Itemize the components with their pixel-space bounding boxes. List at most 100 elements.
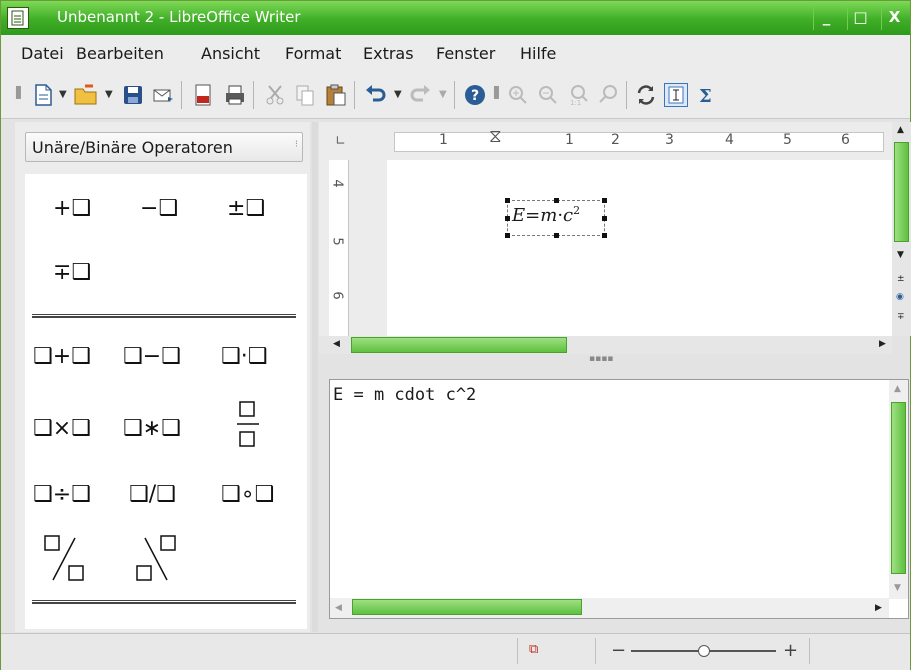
editor-vscrollbar[interactable]: ▲ ▼ [889,380,908,599]
scroll-up-icon[interactable]: ▲ [897,125,904,135]
export-pdf-icon[interactable] [191,83,215,107]
open-icon[interactable] [73,83,97,107]
update-icon[interactable] [634,83,658,107]
menu-datei[interactable]: Datei [21,44,64,63]
scroll-right-icon[interactable]: ▶ [875,603,882,613]
separator [32,314,296,318]
cut-icon[interactable] [263,83,287,107]
resize-handle[interactable] [505,233,510,238]
zoom-out-icon[interactable] [536,83,560,107]
new-dropdown-icon[interactable]: ▼ [59,89,67,100]
formula-c: c [563,205,574,226]
scroll-right-icon[interactable]: ▶ [879,339,886,349]
menu-ansicht[interactable]: Ansicht [201,44,260,63]
ruler-num: 5 [783,132,792,148]
scroll-thumb[interactable] [891,402,906,574]
symbol-cdot[interactable]: ❑·❑ [221,344,267,369]
scroll-left-icon[interactable]: ◀ [335,603,342,613]
symbol-fraction[interactable] [237,400,259,452]
symbol-plus[interactable]: +❑ [53,196,91,221]
zoom-out-button[interactable]: − [611,640,626,661]
show-all-icon[interactable] [596,83,620,107]
writer-doc-icon [7,7,29,29]
scroll-down-icon[interactable]: ▼ [897,250,904,260]
menu-extras[interactable]: Extras [363,44,414,63]
zoom-slider-knob[interactable] [697,645,710,657]
menu-bearbeiten[interactable]: Bearbeiten [76,44,164,63]
symbol-divide[interactable]: ❑÷❑ [33,482,91,507]
symbol-asterisk[interactable]: ❑∗❑ [123,416,181,441]
email-icon[interactable] [151,83,175,107]
zoom-in-icon[interactable] [506,83,530,107]
document-hscrollbar[interactable]: ◀ ▶ [319,336,892,354]
toolbar-grip-icon-2[interactable]: ▪ ▪ ▪ [493,84,500,102]
ruler-num: 4 [329,179,345,188]
symbol-add[interactable]: ❑+❑ [33,344,91,369]
formula-m: m [540,205,558,226]
next-page-icon[interactable]: ∓ [897,312,905,322]
formula-cursor-icon[interactable] [664,83,688,107]
indent-marker-icon[interactable]: ⧖ [489,126,502,147]
scroll-thumb[interactable] [894,142,909,242]
copy-icon[interactable] [293,83,317,107]
tab-stop-icon[interactable]: ∟ [335,134,346,149]
toolbar-grip-icon[interactable]: ▪ ▪ ▪ [15,84,22,102]
menu-format[interactable]: Format [285,44,341,63]
print-icon[interactable] [223,83,247,107]
open-dropdown-icon[interactable]: ▼ [105,89,113,100]
scroll-thumb[interactable] [351,337,567,353]
symbol-widebackslash[interactable] [135,532,183,584]
symbol-subtract[interactable]: ❑−❑ [123,344,181,369]
vertical-ruler: 4 5 6 [319,160,387,336]
formula-editor[interactable]: E = m cdot c^2 ▲ ▼ ◀ ▶ [329,379,909,619]
redo-dropdown-icon[interactable]: ▼ [439,89,447,100]
redo-icon[interactable] [409,83,433,107]
sigma-icon[interactable]: Σ [695,83,719,107]
scroll-up-icon[interactable]: ▲ [894,384,901,394]
menu-fenster[interactable]: Fenster [436,44,495,63]
resize-handle[interactable] [554,233,559,238]
symbol-wideslash[interactable] [43,532,91,584]
navigator-icon[interactable]: ◉ [896,292,904,302]
panel-splitter[interactable] [312,122,318,632]
undo-icon[interactable] [363,83,387,107]
symbol-circ[interactable]: ❑∘❑ [221,482,274,507]
document-vscrollbar[interactable]: ▲ ▼ ± ◉ ∓ [892,122,911,336]
zoom-in-button[interactable]: + [783,640,798,661]
symbol-minus-plus[interactable]: ∓❑ [53,260,91,285]
new-document-icon[interactable] [31,83,55,107]
paste-icon[interactable] [324,83,348,107]
save-icon[interactable] [121,83,145,107]
menu-hilfe[interactable]: Hilfe [520,44,556,63]
maximize-button[interactable]: □ [847,6,873,30]
symbol-plus-minus[interactable]: ±❑ [227,196,265,221]
help-icon[interactable]: ? [463,83,487,107]
scroll-left-icon[interactable]: ◀ [333,339,340,349]
editor-text[interactable]: E = m cdot c^2 [333,385,476,405]
minimize-button[interactable]: _ [813,6,839,30]
editor-hscrollbar[interactable]: ◀ ▶ [330,598,889,618]
symbol-slash[interactable]: ❑/❑ [129,482,176,507]
svg-text:1:1: 1:1 [570,99,581,107]
scroll-thumb[interactable] [352,599,582,615]
zoom-100-icon[interactable]: 1:1 [566,83,590,107]
close-button[interactable]: X [881,6,907,30]
symbol-grid: +❑ −❑ ±❑ ∓❑ ❑+❑ ❑−❑ ❑·❑ ❑×❑ ❑∗❑ ❑÷❑ ❑/❑ … [25,174,307,629]
category-select[interactable]: Unäre/Binäre Operatoren ⁝ [25,132,303,162]
resize-handle[interactable] [505,216,510,221]
symbol-minus[interactable]: −❑ [140,196,178,221]
resize-handle[interactable] [602,216,607,221]
resize-handle[interactable] [554,198,559,203]
split-grip-icon[interactable]: ▪▪▪▪ [589,354,613,364]
scroll-down-icon[interactable]: ▼ [894,583,901,593]
formula-object[interactable]: E=m·c2 [505,198,607,238]
prev-page-icon[interactable]: ± [897,274,905,284]
document-modified-icon[interactable]: ⧉ [529,642,538,657]
symbol-times[interactable]: ❑×❑ [33,416,91,441]
resize-handle[interactable] [602,233,607,238]
resize-handle[interactable] [602,198,607,203]
title-bar[interactable]: Unbenannt 2 - LibreOffice Writer _ □ X [1,1,910,35]
undo-dropdown-icon[interactable]: ▼ [394,89,402,100]
document-page[interactable]: E=m·c2 [387,160,892,336]
resize-handle[interactable] [505,198,510,203]
